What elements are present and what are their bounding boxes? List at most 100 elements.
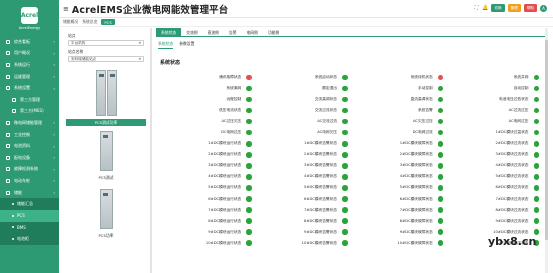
sidebar-item[interactable]: 系统设置 › (0, 82, 59, 94)
chevron-right-icon: › (53, 166, 55, 172)
breadcrumb-current[interactable]: 系统总览 (82, 19, 97, 25)
sidebar-item[interactable]: 储能 › (0, 187, 59, 199)
menu-icon (6, 178, 10, 183)
sidebar-item-label: 电池柜 (17, 235, 29, 241)
status-item: 系统待机状态 (352, 73, 448, 82)
status-item: 系统告警 (352, 106, 448, 115)
status-indicator-icon (437, 207, 444, 213)
device-card[interactable]: PCS测试功率 (66, 70, 146, 126)
breadcrumb-home[interactable]: 储能概况 (63, 19, 78, 25)
help-button[interactable]: 帮助 (523, 4, 537, 12)
status-indicator-icon (246, 240, 252, 246)
status-indicator-icon (246, 163, 252, 169)
bell-icon[interactable]: 🔔 (482, 5, 488, 11)
status-label: 10#DC模块运行状态 (205, 240, 242, 245)
sidebar-item-label: 系统运行 (14, 61, 30, 67)
status-indicator-icon (533, 218, 539, 224)
sidebar-item[interactable]: 综合看板 › (0, 36, 59, 48)
watermark: ybx8.cn (488, 235, 537, 248)
device-select[interactable]: 安科瑞储能站点 ▼ (68, 56, 144, 62)
status-indicator-icon (437, 129, 444, 136)
sidebar-item[interactable]: BMS (0, 221, 59, 234)
main-scrollbar[interactable] (545, 28, 548, 273)
status-item: 1#DC模块运行状态 (160, 139, 256, 148)
status-indicator-icon (342, 229, 348, 235)
status-label: 系统待机状态 (410, 75, 433, 79)
status-label: 10#DC模块故障状态 (397, 240, 433, 245)
manage-button[interactable]: 管理 (507, 4, 521, 12)
status-item: 4#DC模块过流状态 (447, 161, 543, 170)
status-indicator-icon (533, 74, 539, 81)
sidebar-item[interactable]: 电动车桩 › (0, 175, 59, 187)
status-label: 6#DC模块告警状态 (304, 196, 337, 201)
sidebar-item[interactable]: 微电网储能管理 › (0, 117, 59, 129)
status-label: 10#DC模块告警状态 (301, 240, 337, 245)
sidebar-item[interactable]: 第三方管理 (0, 94, 59, 106)
status-indicator-icon (437, 240, 444, 246)
avatar[interactable]: A (540, 4, 547, 12)
breadcrumb-tag[interactable]: PCS (101, 19, 115, 25)
status-label: 3#DC模块告警状态 (304, 163, 337, 168)
sidebar-item[interactable]: 运维管理 › (0, 71, 59, 83)
sidebar-item[interactable]: 配电设备 › (0, 152, 59, 164)
sidebar-item-label: BMS (17, 224, 26, 230)
device-card[interactable]: PCS功率 (66, 189, 146, 239)
menu-toggle-icon[interactable]: ≡ (63, 5, 69, 13)
panel-scrollbar[interactable] (150, 28, 152, 273)
status-indicator-icon (437, 229, 444, 235)
status-label: AC过流过压 (508, 108, 529, 113)
status-label: AC电网过压 (508, 119, 529, 124)
status-label: 3#DC模块运行状态 (208, 163, 242, 168)
menu-icon (6, 120, 10, 125)
logo: Acrel AcrelEnergy (0, 0, 59, 36)
scrollbar-thumb[interactable] (545, 40, 548, 240)
status-label: AC电网欠压 (317, 130, 337, 135)
chevron-right-icon: › (53, 85, 55, 91)
fullscreen-icon[interactable]: ⛶ (473, 5, 479, 11)
cabinet-image (66, 189, 146, 229)
subtab[interactable]: 参数设置 (179, 41, 194, 49)
status-item: 8#DC模块运行状态 (160, 217, 256, 226)
sidebar-item-label: 用户概况 (14, 50, 30, 56)
status-item: 7#DC模块故障状态 (352, 206, 448, 215)
bullet-icon (12, 214, 14, 217)
status-indicator-icon (533, 196, 539, 202)
station-select[interactable]: 平台机构 ▼ (68, 40, 144, 46)
tab[interactable]: 告警 (224, 28, 242, 37)
status-indicator-icon (533, 152, 539, 158)
status-item: 5#DC模块故障状态 (352, 183, 448, 192)
tab[interactable]: 直流侧 (203, 28, 224, 37)
switch-button[interactable]: 切换 (491, 4, 505, 12)
status-item: 9#DC模块过流状态 (447, 217, 543, 226)
status-item: DC电网过流 (352, 128, 448, 137)
tab[interactable]: 电网侧 (242, 28, 263, 37)
sidebar-item[interactable]: 第三方(MES) (0, 106, 59, 118)
status-label: 5#DC模块告警状态 (304, 185, 337, 190)
sidebar-item[interactable]: 电池资料 › (0, 140, 59, 152)
status-item: 5#DC模块过流状态 (447, 172, 543, 181)
status-label: 远程控制 (226, 97, 242, 102)
sidebar-item[interactable]: 电池柜 (0, 233, 59, 245)
tab[interactable]: 功能侧 (263, 28, 284, 37)
status-item: 电池电压过低状态 (447, 95, 543, 104)
device-card[interactable]: PCS测试 (66, 131, 146, 181)
status-indicator-icon (246, 207, 252, 213)
subtab-bar: 系统状态 参数设置 (158, 41, 194, 49)
status-label: 4#DC模块运行状态 (208, 174, 242, 179)
sidebar-item[interactable]: 工业控制 › (0, 129, 59, 141)
tab[interactable]: 交流侧 (181, 28, 202, 37)
sidebar-item[interactable]: 故障检测系统 › (0, 164, 59, 176)
sidebar-item[interactable]: 用户概况 › (0, 48, 59, 60)
sidebar-item[interactable]: 系统运行 › (0, 59, 59, 71)
status-label: 低压电流状态 (219, 108, 242, 113)
status-indicator-icon (533, 107, 539, 114)
tab[interactable]: 系统状态 (156, 28, 182, 37)
sidebar-item[interactable]: PCS (0, 209, 59, 222)
sidebar-item-label: 第三方(MES) (20, 108, 44, 114)
menu-icon (6, 39, 10, 44)
status-indicator-icon (246, 174, 252, 180)
subtab[interactable]: 系统状态 (158, 41, 174, 49)
menu-icon (6, 190, 10, 195)
sidebar-item[interactable]: 储能汇总 (0, 198, 59, 210)
status-indicator-icon (437, 107, 444, 114)
